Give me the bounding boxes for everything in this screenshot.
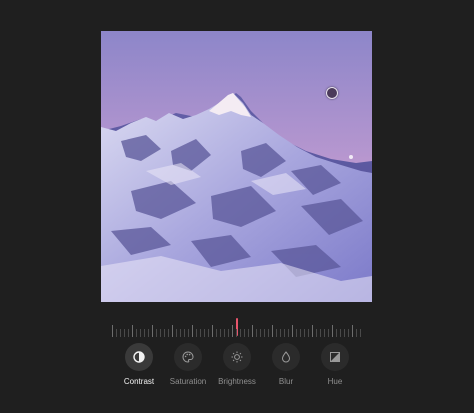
slider-tick xyxy=(332,325,333,337)
slider-tick xyxy=(312,325,313,337)
brightness-icon xyxy=(223,343,251,371)
slider-tick xyxy=(356,329,357,337)
tool-label: Blur xyxy=(278,377,294,386)
slider-tick xyxy=(140,329,141,337)
slider-tick xyxy=(244,329,245,337)
slider-tick xyxy=(200,329,201,337)
slider-tick xyxy=(136,329,137,337)
slider-tick xyxy=(336,329,337,337)
slider-tick xyxy=(352,325,353,337)
slider-tick xyxy=(348,329,349,337)
slider-tick xyxy=(268,329,269,337)
photo-canvas[interactable] xyxy=(101,31,372,302)
tool-blur[interactable]: Blur xyxy=(261,343,311,386)
slider-tick xyxy=(344,329,345,337)
slider-tick xyxy=(272,325,273,337)
slider-tick xyxy=(304,329,305,337)
slider-tick xyxy=(116,329,117,337)
tool-label: Brightness xyxy=(218,377,256,386)
tool-saturation[interactable]: Saturation xyxy=(163,343,213,386)
slider-tick xyxy=(156,329,157,337)
slider-tick xyxy=(232,325,233,337)
slider-tick xyxy=(292,325,293,337)
slider-tick xyxy=(328,329,329,337)
slider-tick xyxy=(300,329,301,337)
slider-tick xyxy=(180,329,181,337)
slider-tick xyxy=(132,325,133,337)
slider-tick xyxy=(248,329,249,337)
slider-tick xyxy=(288,329,289,337)
slider-tick xyxy=(196,329,197,337)
slider-tick xyxy=(176,329,177,337)
tool-label: Saturation xyxy=(169,377,207,386)
slider-tick xyxy=(164,329,165,337)
slider-tick xyxy=(212,325,213,337)
tool-label: Contrast xyxy=(123,377,155,386)
contrast-icon xyxy=(125,343,153,371)
adjustment-slider[interactable] xyxy=(112,318,362,340)
slider-tick xyxy=(168,329,169,337)
slider-tick xyxy=(216,329,217,337)
slider-tick xyxy=(252,325,253,337)
color-picker-handle[interactable] xyxy=(326,87,338,99)
slider-tick xyxy=(160,329,161,337)
palette-icon xyxy=(174,343,202,371)
slider-tick xyxy=(224,329,225,337)
slider-tick xyxy=(340,329,341,337)
tool-hue[interactable]: Hue xyxy=(310,343,360,386)
slider-tick xyxy=(204,329,205,337)
slider-tick xyxy=(256,329,257,337)
slider-tick xyxy=(324,329,325,337)
slider-tick xyxy=(208,329,209,337)
hue-icon xyxy=(321,343,349,371)
tool-contrast[interactable]: Contrast xyxy=(114,343,164,386)
slider-tick xyxy=(128,329,129,337)
slider-tick xyxy=(192,325,193,337)
slider-tick xyxy=(240,329,241,337)
slider-tick xyxy=(276,329,277,337)
tool-label: Hue xyxy=(327,377,343,386)
slider-tick xyxy=(264,329,265,337)
slider-tick xyxy=(280,329,281,337)
slider-tick xyxy=(320,329,321,337)
tool-bar: Contrast Saturation Brightness Blur Hue xyxy=(114,343,360,393)
slider-tick xyxy=(112,325,113,337)
slider-tick xyxy=(152,325,153,337)
droplet-icon xyxy=(272,343,300,371)
slider-tick xyxy=(188,329,189,337)
slider-tick xyxy=(220,329,221,337)
slider-tick xyxy=(124,329,125,337)
slider-tick xyxy=(316,329,317,337)
slider-tick xyxy=(308,329,309,337)
slider-tick xyxy=(172,325,173,337)
mountain-photo xyxy=(101,31,372,302)
slider-tick xyxy=(184,329,185,337)
slider-tick xyxy=(360,329,361,337)
slider-tick xyxy=(236,329,237,337)
slider-tick xyxy=(260,329,261,337)
slider-tick xyxy=(296,329,297,337)
slider-tick xyxy=(144,329,145,337)
slider-tick xyxy=(228,329,229,337)
tool-brightness[interactable]: Brightness xyxy=(212,343,262,386)
slider-tick xyxy=(148,329,149,337)
slider-tick xyxy=(284,329,285,337)
slider-tick xyxy=(120,329,121,337)
